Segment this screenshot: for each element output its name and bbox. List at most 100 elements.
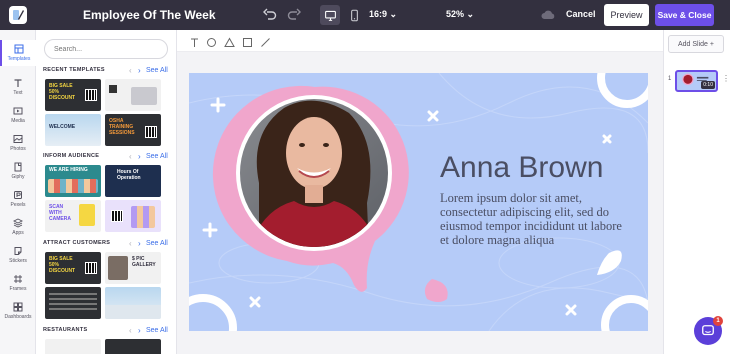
template-search-input[interactable]	[44, 39, 168, 59]
see-all-link[interactable]: See All	[146, 67, 168, 74]
template-thumbnail[interactable]: WE ARE HIRING	[45, 165, 101, 197]
more-options-icon[interactable]: ⋮	[722, 74, 730, 83]
square-tool-icon[interactable]	[242, 35, 253, 47]
thumb-text: OSHA TRAINING SESSIONS	[109, 118, 135, 136]
chevron-down-icon: ⌄	[466, 9, 475, 19]
template-thumbnail[interactable]: SCAN WITH CAMERA	[45, 200, 101, 232]
notification-badge: 1	[713, 316, 723, 326]
slide-canvas[interactable]: Anna Brown Lorem ipsum dolor sit amet, c…	[189, 73, 648, 331]
qr-code-icon	[111, 210, 123, 222]
thumb-text: WELCOME	[49, 124, 76, 130]
tool-label: Templates	[7, 56, 31, 62]
snow-image	[105, 305, 161, 319]
circle-tool-icon[interactable]	[206, 35, 217, 47]
tool-media[interactable]: Media	[0, 102, 36, 128]
tool-label: Text	[13, 90, 23, 96]
section-title: ATTRACT CUSTOMERS	[43, 240, 111, 246]
desktop-view-button[interactable]	[320, 5, 340, 25]
save-close-button[interactable]: Save & Close	[655, 4, 714, 26]
tool-stickers[interactable]: Stickers	[0, 242, 36, 268]
template-thumbnail[interactable]	[105, 200, 161, 232]
template-thumbnail[interactable]: OSHA TRAINING SESSIONS	[105, 114, 161, 146]
slide-duration: 0:10	[701, 81, 715, 89]
qr-code-icon	[109, 85, 117, 93]
app-logo-icon[interactable]	[9, 6, 27, 24]
thumb-text: BIG SALE 50% DISCOUNT	[49, 256, 76, 274]
mobile-view-button[interactable]	[346, 5, 362, 25]
see-all-link[interactable]: See All	[146, 153, 168, 160]
template-thumbnail[interactable]: Hours Of Operation	[105, 165, 161, 197]
tool-frames[interactable]: Frames	[0, 270, 36, 296]
drawing-toolbar	[177, 30, 663, 52]
qr-code-icon	[85, 89, 97, 101]
chevron-right-icon[interactable]: ›	[138, 66, 141, 75]
tool-pexels[interactable]: Pexels	[0, 186, 36, 212]
tools-rail: Templates Text Media Photos Giphy Pexels…	[0, 30, 36, 354]
template-thumbnail[interactable]: $ PIC GALLERY	[105, 252, 161, 284]
aspect-ratio-value: 16:9	[369, 9, 388, 19]
slide-thumbnail[interactable]: 0:10	[675, 70, 718, 92]
section-header: INFORM AUDIENCE ‹ › See All	[43, 152, 171, 162]
tool-templates[interactable]: Templates	[0, 40, 36, 66]
document-title[interactable]: Employee Of The Week	[83, 8, 216, 22]
employee-name[interactable]: Anna Brown	[440, 151, 603, 185]
add-slide-button[interactable]: Add Slide +	[668, 35, 724, 53]
thumb-text: BIG SALE 50% DISCOUNT	[49, 83, 76, 101]
undo-icon[interactable]	[262, 7, 278, 23]
add-slide-label: Add Slide	[677, 40, 708, 48]
text-tool-icon[interactable]	[189, 35, 200, 47]
media-icon	[13, 107, 23, 115]
tool-apps[interactable]: Apps	[0, 214, 36, 240]
template-thumbnail[interactable]	[105, 287, 161, 319]
dashboards-icon	[13, 302, 23, 312]
tool-label: Dashboards	[4, 314, 32, 320]
phone-illustration	[79, 204, 95, 226]
slides-panel: Add Slide + 1 0:10 ⋮	[663, 30, 730, 354]
tool-label: Apps	[12, 230, 24, 236]
zoom-select[interactable]: 52% ⌄	[446, 9, 474, 20]
photo-image	[108, 256, 128, 280]
tool-text[interactable]: Text	[0, 74, 36, 100]
mobile-icon	[350, 9, 358, 21]
redo-icon[interactable]	[286, 7, 302, 23]
thumb-text: WE ARE HIRING	[49, 167, 88, 173]
aspect-ratio-select[interactable]: 16:9 ⌄	[369, 9, 397, 20]
preview-button[interactable]: Preview	[604, 4, 649, 26]
tool-label: Giphy	[11, 174, 25, 180]
laptop-image	[131, 87, 157, 105]
template-thumbnail[interactable]	[105, 79, 161, 111]
chevron-left-icon[interactable]: ‹	[129, 152, 132, 161]
text-icon	[14, 79, 22, 87]
template-thumbnail[interactable]: WELCOME	[45, 114, 101, 146]
template-thumbnail[interactable]: BIG SALE 50% DISCOUNT	[45, 252, 101, 284]
tool-dashboards[interactable]: Dashboards	[0, 298, 36, 324]
tool-label: Pexels	[10, 202, 26, 208]
triangle-tool-icon[interactable]	[224, 35, 235, 47]
section-header: RESTAURANTS ‹ › See All	[43, 326, 171, 336]
chevron-left-icon[interactable]: ‹	[129, 326, 132, 335]
cancel-button[interactable]: Cancel	[566, 9, 596, 19]
see-all-link[interactable]: See All	[146, 240, 168, 247]
template-thumbnail[interactable]	[45, 339, 101, 354]
template-thumbnail[interactable]	[105, 339, 161, 354]
template-thumbnail[interactable]: BIG SALE 50% DISCOUNT	[45, 79, 101, 111]
canvas-area: Anna Brown Lorem ipsum dolor sit amet, c…	[177, 52, 663, 354]
tool-photos[interactable]: Photos	[0, 130, 36, 156]
apps-icon	[13, 218, 23, 228]
tool-giphy[interactable]: Giphy	[0, 158, 36, 184]
slide-number: 1	[668, 76, 672, 82]
tool-label: Media	[11, 118, 25, 124]
layout-icon	[14, 44, 24, 54]
chevron-left-icon[interactable]: ‹	[129, 66, 132, 75]
employee-description[interactable]: Lorem ipsum dolor sit amet, consectetur …	[440, 191, 630, 247]
qr-code-icon	[145, 126, 157, 138]
chevron-right-icon[interactable]: ›	[138, 152, 141, 161]
tool-label: Frames	[9, 286, 27, 292]
see-all-link[interactable]: See All	[146, 327, 168, 334]
chevron-right-icon[interactable]: ›	[138, 239, 141, 248]
chevron-down-icon: ⌄	[389, 9, 398, 19]
line-tool-icon[interactable]	[260, 35, 271, 47]
chevron-right-icon[interactable]: ›	[138, 326, 141, 335]
chevron-left-icon[interactable]: ‹	[129, 239, 132, 248]
template-thumbnail[interactable]	[45, 287, 101, 319]
